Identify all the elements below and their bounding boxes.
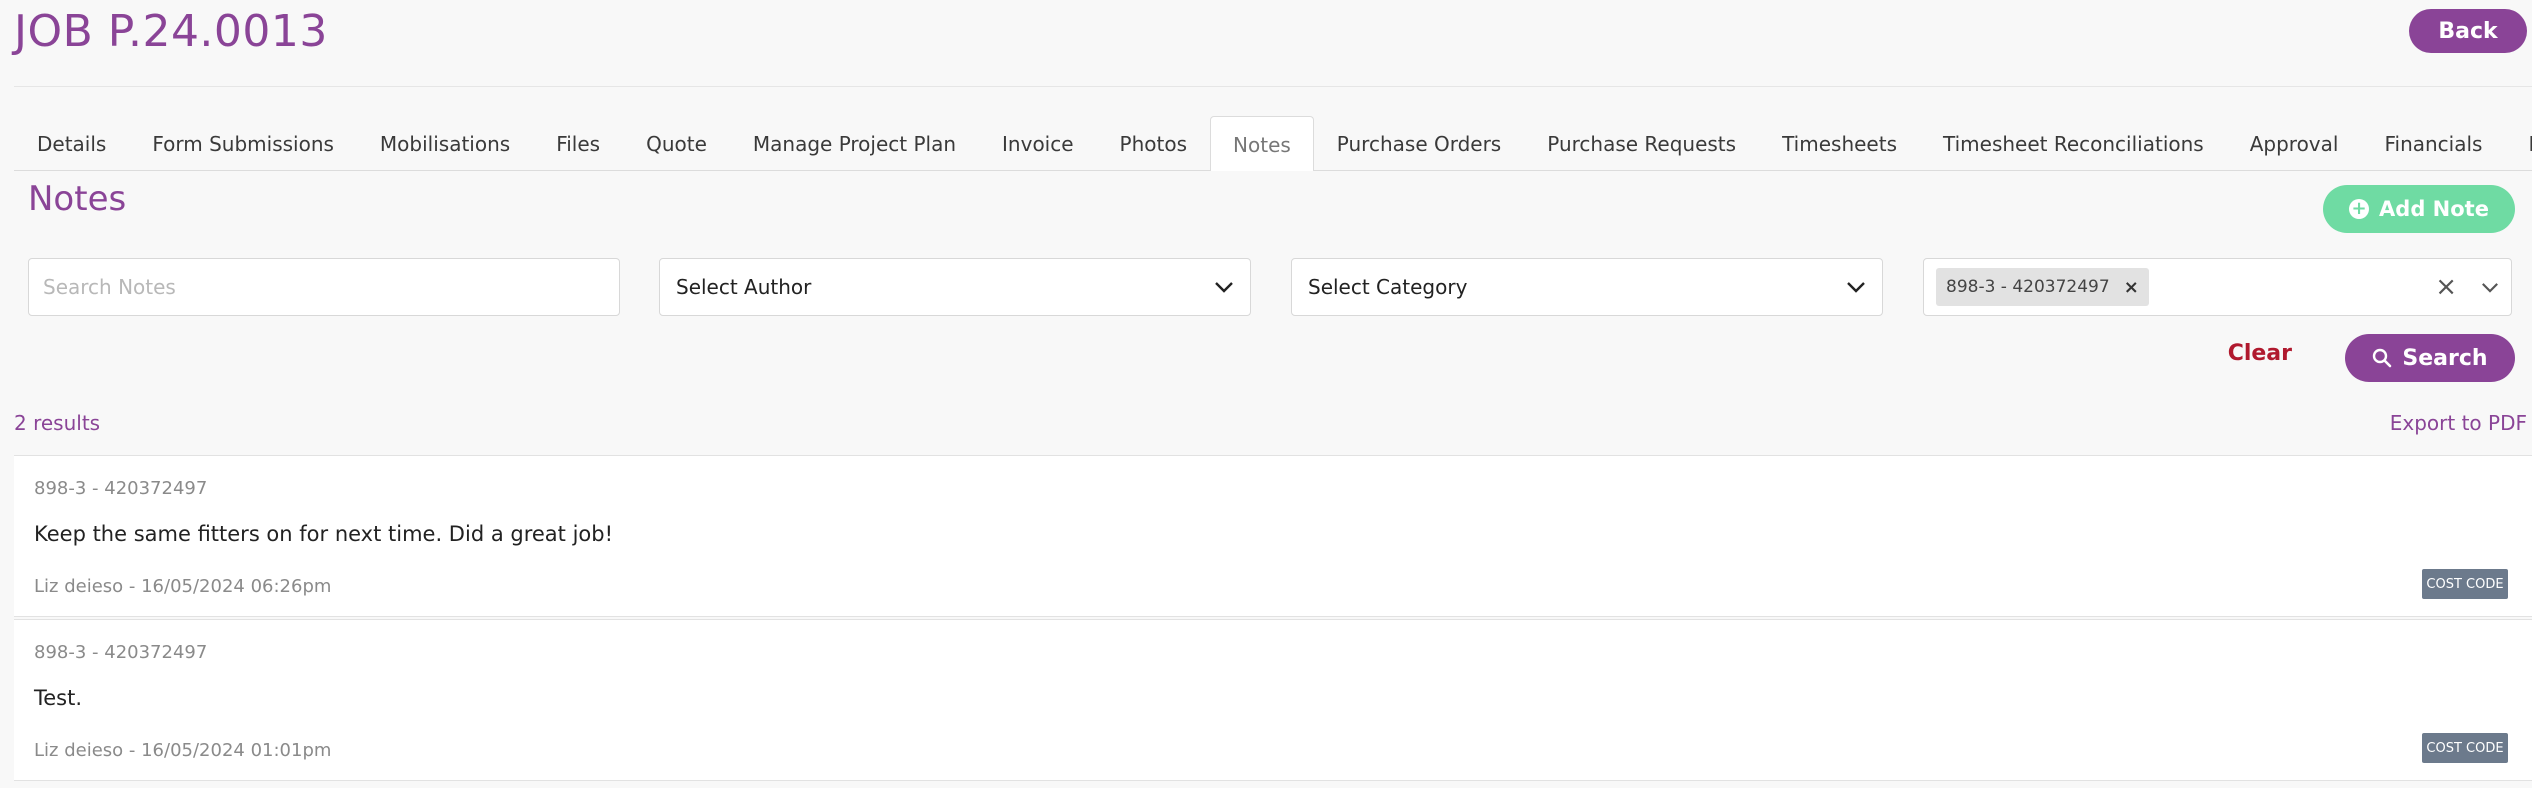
cost-code-chip: 898-3 - 420372497 × (1936, 268, 2149, 306)
search-notes-input[interactable] (28, 258, 620, 316)
note-meta: Liz deieso - 16/05/2024 01:01pm (34, 740, 332, 761)
tab-form-submissions[interactable]: Form Submissions (129, 116, 357, 170)
tab-bar: Details Form Submissions Mobilisations F… (14, 116, 2532, 172)
tab-approval[interactable]: Approval (2227, 116, 2362, 170)
note-cost-code: 898-3 - 420372497 (34, 642, 208, 663)
notes-heading: Notes (28, 179, 127, 219)
results-count: 2 results (14, 411, 101, 435)
note-item: 898-3 - 420372497 Test. Liz deieso - 16/… (14, 619, 2532, 781)
chevron-down-icon (1847, 282, 1865, 293)
back-button[interactable]: Back (2409, 9, 2527, 53)
search-button[interactable]: Search (2345, 334, 2515, 382)
tab-photos[interactable]: Photos (1097, 116, 1210, 170)
chevron-down-icon (1215, 282, 1233, 293)
search-button-label: Search (2402, 345, 2488, 371)
tab-purchase-orders[interactable]: Purchase Orders (1314, 116, 1524, 170)
note-cost-code: 898-3 - 420372497 (34, 478, 208, 499)
notes-panel: Notes + Add Note Select Author Select Ca… (14, 171, 2532, 788)
clear-button[interactable]: Clear (2228, 341, 2292, 366)
page-title: JOB P.24.0013 (14, 6, 328, 57)
tab-notes[interactable]: Notes (1210, 116, 1314, 172)
tab-purchase-requests[interactable]: Purchase Requests (1524, 116, 1759, 170)
tab-receipts[interactable]: Receipts (2505, 116, 2532, 170)
remove-chip-icon[interactable]: × (2124, 277, 2139, 298)
tab-timesheets[interactable]: Timesheets (1759, 116, 1920, 170)
author-select-value: Select Author (676, 275, 812, 299)
cost-code-multiselect[interactable]: 898-3 - 420372497 × × (1923, 258, 2512, 316)
tab-files[interactable]: Files (533, 116, 623, 170)
author-select[interactable]: Select Author (659, 258, 1251, 316)
export-pdf-link[interactable]: Export to PDF (2390, 411, 2527, 435)
chevron-down-icon[interactable] (2481, 282, 2499, 293)
note-text: Test. (34, 686, 83, 710)
note-meta: Liz deieso - 16/05/2024 06:26pm (34, 576, 332, 597)
tab-quote[interactable]: Quote (623, 116, 730, 170)
tab-manage-project-plan[interactable]: Manage Project Plan (730, 116, 979, 170)
cost-code-badge: COST CODE (2422, 733, 2508, 763)
tab-timesheet-reconciliations[interactable]: Timesheet Reconciliations (1920, 116, 2227, 170)
tab-invoice[interactable]: Invoice (979, 116, 1097, 170)
search-icon (2373, 348, 2392, 368)
add-note-button[interactable]: + Add Note (2323, 185, 2515, 233)
cost-code-chip-label: 898-3 - 420372497 (1946, 277, 2110, 297)
clear-selection-icon[interactable]: × (2435, 272, 2457, 302)
note-item: 898-3 - 420372497 Keep the same fitters … (14, 455, 2532, 617)
category-select-value: Select Category (1308, 275, 1468, 299)
plus-circle-icon: + (2349, 199, 2370, 219)
tab-details[interactable]: Details (14, 116, 129, 170)
tab-financials[interactable]: Financials (2361, 116, 2505, 170)
header-divider (14, 86, 2532, 87)
note-text: Keep the same fitters on for next time. … (34, 522, 613, 546)
category-select[interactable]: Select Category (1291, 258, 1883, 316)
tab-mobilisations[interactable]: Mobilisations (357, 116, 533, 170)
add-note-label: Add Note (2379, 197, 2489, 221)
cost-code-badge: COST CODE (2422, 569, 2508, 599)
